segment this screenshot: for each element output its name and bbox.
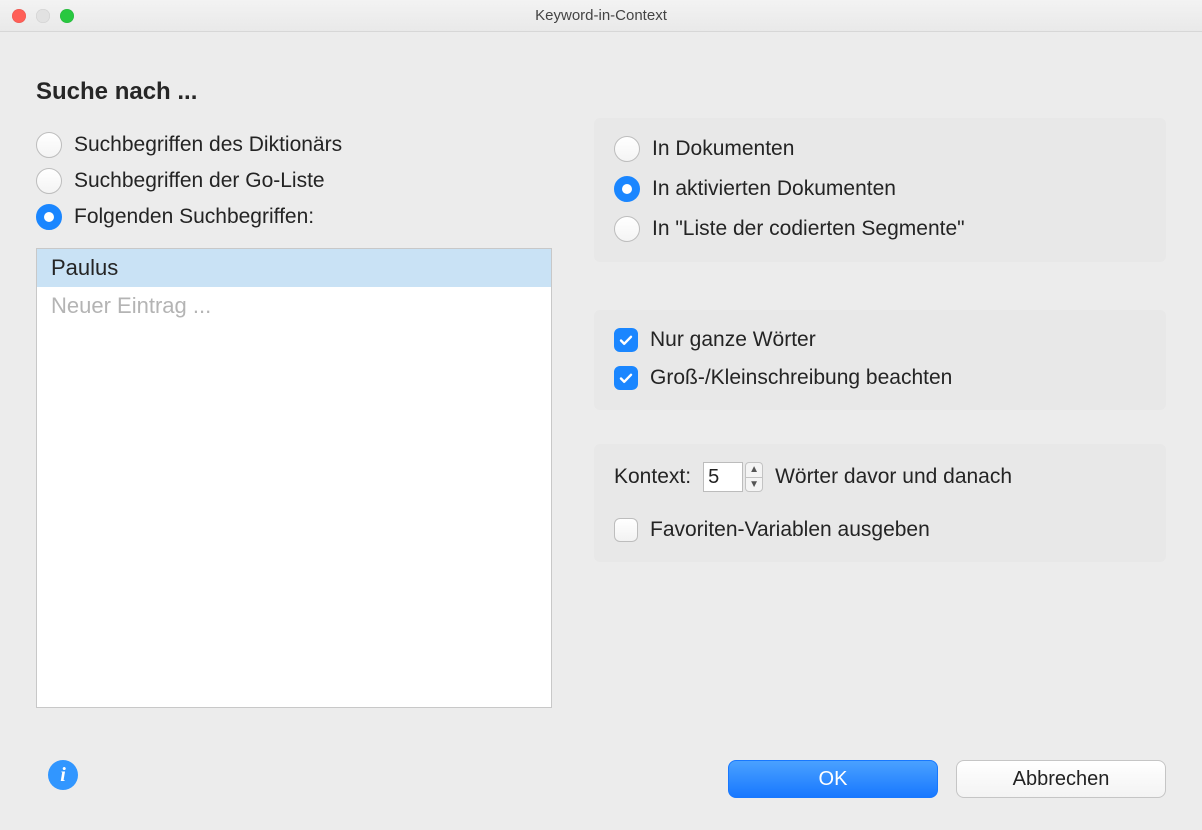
checkbox-label: Groß-/Kleinschreibung beachten xyxy=(650,366,952,390)
stepper-down-button[interactable]: ▼ xyxy=(745,477,763,493)
radio-following-terms[interactable]: Folgenden Suchbegriffen: xyxy=(36,204,342,230)
radio-dictionary-terms[interactable]: Suchbegriffen des Diktionärs xyxy=(36,132,342,158)
context-panel: Kontext: ▲ ▼ Wörter davor und danach Fav… xyxy=(594,444,1166,562)
new-entry-placeholder[interactable]: Neuer Eintrag ... xyxy=(37,287,551,325)
radio-icon xyxy=(36,204,62,230)
radio-icon xyxy=(36,132,62,158)
radio-go-list-terms[interactable]: Suchbegriffen der Go-Liste xyxy=(36,168,342,194)
stepper-up-button[interactable]: ▲ xyxy=(745,462,763,477)
radio-label: Suchbegriffen des Diktionärs xyxy=(74,133,342,157)
checkbox-icon xyxy=(614,366,638,390)
radio-label: In aktivierten Dokumenten xyxy=(652,177,896,201)
titlebar: Keyword-in-Context xyxy=(0,0,1202,32)
window-title: Keyword-in-Context xyxy=(0,7,1202,24)
search-terms-list[interactable]: Paulus Neuer Eintrag ... xyxy=(36,248,552,708)
zoom-window-button[interactable] xyxy=(60,9,74,23)
search-heading: Suche nach ... xyxy=(36,78,197,106)
radio-icon xyxy=(36,168,62,194)
radio-in-activated-documents[interactable]: In aktivierten Dokumenten xyxy=(614,176,1146,202)
info-icon: i xyxy=(60,764,66,787)
radio-in-documents[interactable]: In Dokumenten xyxy=(614,136,1146,162)
minimize-window-button[interactable] xyxy=(36,9,50,23)
radio-icon xyxy=(614,176,640,202)
info-button[interactable]: i xyxy=(48,760,78,790)
radio-icon xyxy=(614,136,640,162)
radio-label: Folgenden Suchbegriffen: xyxy=(74,205,314,229)
checkbox-label: Favoriten-Variablen ausgeben xyxy=(650,518,930,542)
radio-in-retrieved-segments[interactable]: In "Liste der codierten Segmente" xyxy=(614,216,1146,242)
radio-label: In "Liste der codierten Segmente" xyxy=(652,217,965,241)
context-label: Kontext: xyxy=(614,465,691,489)
checkbox-case-sensitive[interactable]: Groß-/Kleinschreibung beachten xyxy=(614,366,1146,390)
context-row: Kontext: ▲ ▼ Wörter davor und danach xyxy=(614,462,1146,492)
context-suffix: Wörter davor und danach xyxy=(775,465,1012,489)
checkbox-icon xyxy=(614,518,638,542)
radio-icon xyxy=(614,216,640,242)
checkbox-icon xyxy=(614,328,638,352)
search-source-group: Suchbegriffen des Diktionärs Suchbegriff… xyxy=(36,132,342,230)
checkbox-whole-words[interactable]: Nur ganze Wörter xyxy=(614,328,1146,352)
checkbox-output-favorites[interactable]: Favoriten-Variablen ausgeben xyxy=(614,518,1146,542)
context-input[interactable] xyxy=(703,462,743,492)
stepper-arrows: ▲ ▼ xyxy=(745,462,763,492)
dialog-buttons: OK Abbrechen xyxy=(728,760,1166,798)
radio-label: In Dokumenten xyxy=(652,137,794,161)
ok-button[interactable]: OK xyxy=(728,760,938,798)
checkbox-label: Nur ganze Wörter xyxy=(650,328,816,352)
scope-panel: In Dokumenten In aktivierten Dokumenten … xyxy=(594,118,1166,262)
dialog-content: Suche nach ... Suchbegriffen des Diktion… xyxy=(0,32,1202,830)
list-item[interactable]: Paulus xyxy=(37,249,551,287)
radio-label: Suchbegriffen der Go-Liste xyxy=(74,169,325,193)
match-options-panel: Nur ganze Wörter Groß-/Kleinschreibung b… xyxy=(594,310,1166,410)
close-window-button[interactable] xyxy=(12,9,26,23)
context-stepper: ▲ ▼ xyxy=(703,462,763,492)
window-controls xyxy=(12,9,74,23)
cancel-button[interactable]: Abbrechen xyxy=(956,760,1166,798)
